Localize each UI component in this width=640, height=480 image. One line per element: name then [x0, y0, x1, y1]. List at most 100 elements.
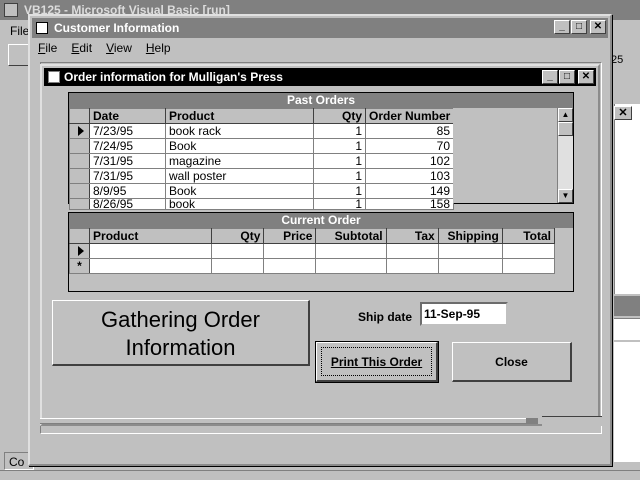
row-selector[interactable]	[69, 198, 90, 210]
table-row[interactable]: 7/31/95 magazine 1 102	[69, 153, 454, 169]
column-header-date[interactable]: Date	[89, 108, 166, 124]
column-header-product[interactable]: Product	[165, 108, 314, 124]
row-selector[interactable]	[69, 138, 90, 154]
menu-help[interactable]: Help	[140, 38, 179, 58]
customer-window-titlebar[interactable]: Customer Information _ □ ✕	[32, 18, 608, 38]
table-row[interactable]: 8/9/95 Book 1 149	[69, 183, 454, 199]
close-button[interactable]: Close	[452, 342, 572, 382]
maximize-icon[interactable]: □	[559, 70, 575, 84]
cell-date[interactable]: 7/31/95	[89, 153, 166, 169]
customer-horizontal-strip-right	[542, 416, 602, 426]
cell-shipping[interactable]	[437, 243, 503, 259]
order-information-window: Order information for Mulligan's Press _…	[40, 64, 600, 426]
scroll-down-icon[interactable]: ▼	[558, 189, 573, 203]
cell-total[interactable]	[501, 258, 556, 274]
minimize-icon[interactable]: _	[542, 70, 558, 84]
cell-product[interactable]: magazine	[165, 153, 314, 169]
column-header-product[interactable]: Product	[89, 228, 213, 244]
cell-total[interactable]	[501, 243, 556, 259]
print-order-button[interactable]: Print This Order	[315, 341, 439, 383]
vb-right-titlebar	[614, 296, 640, 316]
column-header-price[interactable]: Price	[263, 228, 317, 244]
column-header-total[interactable]: Total	[501, 228, 556, 244]
cell-order-number[interactable]: 158	[365, 198, 454, 210]
maximize-icon[interactable]: □	[571, 20, 587, 34]
window-system-icon[interactable]	[48, 71, 60, 83]
close-icon[interactable]: ✕	[578, 70, 594, 84]
cell-qty[interactable]: 1	[313, 123, 366, 139]
cell-tax[interactable]	[385, 243, 439, 259]
cell-qty[interactable]	[211, 258, 265, 274]
close-icon[interactable]: ✕	[590, 20, 606, 34]
cell-order-number[interactable]: 102	[365, 153, 454, 169]
table-row[interactable]: *	[68, 258, 556, 274]
scroll-up-icon[interactable]: ▲	[558, 108, 573, 122]
column-header-tax[interactable]: Tax	[385, 228, 439, 244]
cell-date[interactable]: 8/26/95	[89, 198, 166, 210]
row-selector[interactable]	[69, 123, 90, 139]
current-order-grid[interactable]: Current Order Product Qty Price Subtotal…	[68, 212, 574, 292]
menu-edit[interactable]: Edit	[65, 38, 100, 58]
column-header-subtotal[interactable]: Subtotal	[315, 228, 387, 244]
cell-shipping[interactable]	[437, 258, 503, 274]
ship-date-label: Ship date	[358, 310, 413, 324]
cell-qty[interactable]	[211, 243, 265, 259]
scroll-track[interactable]	[558, 136, 573, 189]
cell-qty[interactable]: 1	[313, 198, 366, 210]
row-selector[interactable]	[68, 243, 91, 259]
cell-price[interactable]	[263, 243, 317, 259]
cell-price[interactable]	[263, 258, 317, 274]
cell-subtotal[interactable]	[315, 258, 387, 274]
customer-menubar: File Edit View Help	[32, 38, 179, 58]
cell-order-number[interactable]: 85	[365, 123, 454, 139]
cell-order-number[interactable]: 103	[365, 168, 454, 184]
cell-date[interactable]: 7/23/95	[89, 123, 166, 139]
table-row[interactable]	[68, 243, 556, 259]
cell-product[interactable]: wall poster	[165, 168, 314, 184]
cell-qty[interactable]: 1	[313, 153, 366, 169]
customer-window-title: Customer Information	[54, 21, 180, 35]
row-selector[interactable]	[69, 168, 90, 184]
row-selector[interactable]	[69, 183, 90, 199]
cell-qty[interactable]: 1	[313, 138, 366, 154]
cell-product[interactable]: book	[165, 198, 314, 210]
row-selector[interactable]	[69, 153, 90, 169]
close-icon[interactable]: ✕	[614, 106, 632, 120]
past-orders-scrollbar[interactable]: ▲ ▼	[557, 108, 573, 203]
cell-product[interactable]: Book	[165, 138, 314, 154]
cell-subtotal[interactable]	[315, 243, 387, 259]
table-row[interactable]: 8/26/95 book 1 158	[69, 198, 454, 210]
menu-view[interactable]: View	[100, 38, 140, 58]
scroll-thumb[interactable]	[526, 418, 538, 424]
cell-qty[interactable]: 1	[313, 183, 366, 199]
column-header-qty[interactable]: Qty	[211, 228, 265, 244]
minimize-icon[interactable]: _	[554, 20, 570, 34]
ship-date-field[interactable]: 11-Sep-95	[420, 302, 508, 326]
table-row[interactable]: 7/31/95 wall poster 1 103	[69, 168, 454, 184]
cell-date[interactable]: 7/31/95	[89, 168, 166, 184]
cell-product[interactable]	[89, 243, 213, 259]
cell-product[interactable]: book rack	[165, 123, 314, 139]
column-header-shipping[interactable]: Shipping	[437, 228, 503, 244]
column-header-order-number[interactable]: Order Number	[365, 108, 454, 124]
new-row-asterisk-icon[interactable]: *	[68, 258, 91, 274]
vb-toolbar-button[interactable]	[8, 44, 30, 66]
window-system-icon[interactable]	[36, 22, 48, 34]
cell-date[interactable]: 7/24/95	[89, 138, 166, 154]
cell-product[interactable]	[89, 258, 213, 274]
cell-order-number[interactable]: 70	[365, 138, 454, 154]
table-row[interactable]: 7/24/95 Book 1 70	[69, 138, 454, 154]
order-window-titlebar[interactable]: Order information for Mulligan's Press _…	[44, 68, 596, 86]
menu-file[interactable]: File	[32, 38, 65, 58]
scroll-thumb[interactable]	[558, 122, 573, 136]
cell-tax[interactable]	[385, 258, 439, 274]
cell-product[interactable]: Book	[165, 183, 314, 199]
table-row[interactable]: 7/23/95 book rack 1 85	[69, 123, 454, 139]
cell-date[interactable]: 8/9/95	[89, 183, 166, 199]
cell-order-number[interactable]: 149	[365, 183, 454, 199]
past-orders-grid[interactable]: Past Orders Date Product Qty Order Numbe…	[68, 92, 574, 210]
vb-system-icon[interactable]	[4, 3, 18, 17]
cell-qty[interactable]: 1	[313, 168, 366, 184]
current-order-caption: Current Order	[69, 213, 573, 228]
column-header-qty[interactable]: Qty	[313, 108, 366, 124]
